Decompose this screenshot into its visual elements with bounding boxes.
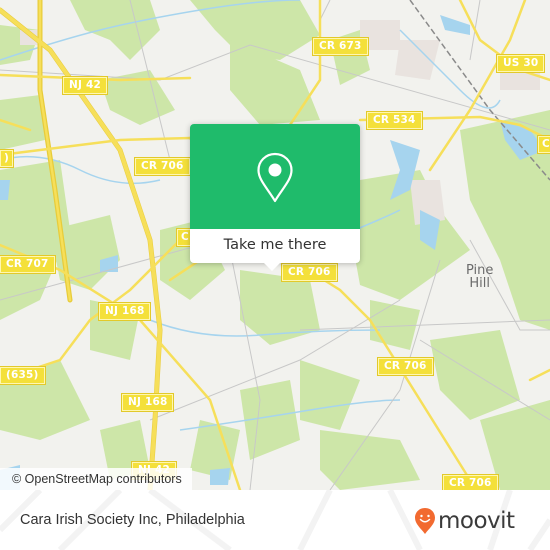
road-shield: CR 534 [366, 111, 423, 130]
road-shield: (635) [0, 366, 46, 385]
road-shield: ) [0, 149, 14, 168]
road-shield: CR 706 [442, 474, 499, 490]
road-shield: CR 706 [281, 263, 338, 282]
moovit-smiley-pin-icon [415, 508, 435, 534]
location-popup: Take me there [190, 124, 360, 263]
road-shield: US 30 [495, 54, 546, 73]
moovit-wordmark: moovit [438, 508, 515, 534]
footer-bar: Cara Irish Society Inc, Philadelphia moo… [0, 490, 550, 550]
road-shield: CR 673 [312, 37, 369, 56]
location-title: Cara Irish Society Inc, Philadelphia [20, 512, 245, 528]
road-shield: NJ 168 [97, 302, 152, 321]
place-label-pine-hill: Pine Hill [466, 264, 493, 290]
map-attribution[interactable]: © OpenStreetMap contributors [0, 468, 192, 490]
popup-header [190, 124, 360, 229]
road-shield: CR 706 [134, 157, 191, 176]
road-shield: C [537, 135, 550, 154]
road-shield: CR 706 [377, 357, 434, 376]
road-shield: CR 707 [0, 255, 56, 274]
place-label-line: Hill [469, 276, 491, 291]
road-shield: NJ 168 [120, 393, 175, 412]
popup-pointer [263, 262, 281, 271]
location-pin-icon [257, 152, 293, 203]
road-shield: NJ 42 [62, 76, 108, 95]
take-me-there-button[interactable]: Take me there [190, 229, 360, 263]
